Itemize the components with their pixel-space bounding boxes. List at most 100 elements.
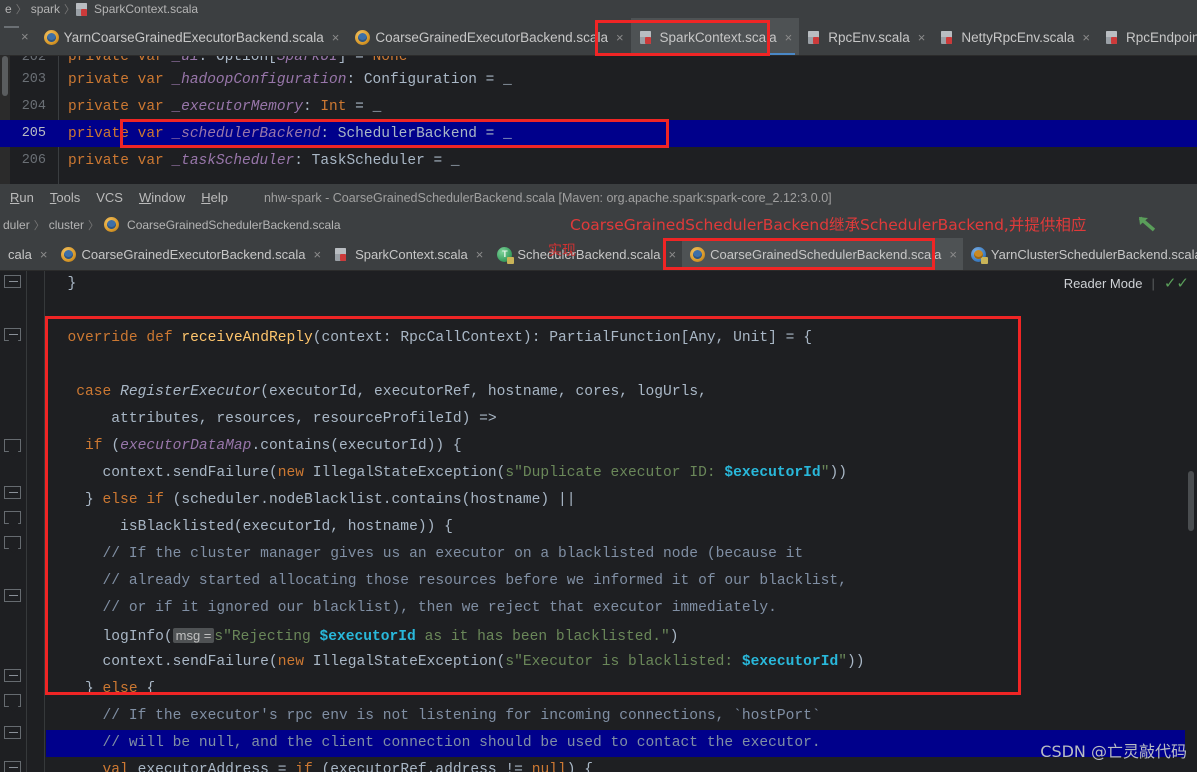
editor-tab-row-primary[interactable]: — × YarnCoarseGrainedExecutorBackend.sca… — [0, 18, 1197, 56]
tab-label: YarnClusterSchedulerBackend.scala — [990, 247, 1197, 262]
line-number: 203 — [21, 72, 46, 87]
back-arrow-icon[interactable] — [1137, 214, 1159, 234]
tab-coarsegrainedexecutorbackend-2[interactable]: CoarseGrainedExecutorBackend.scala × — [53, 238, 327, 270]
code-line: if (executorDataMap.contains(executorId)… — [85, 438, 462, 454]
fold-marker-icon[interactable] — [4, 761, 21, 772]
scala-class-icon — [941, 30, 953, 44]
tab-label: YarnCoarseGrainedExecutorBackend.scala — [63, 29, 324, 45]
double-check-icon[interactable]: ✓✓ — [1164, 274, 1189, 292]
code-line: val executorAddress = if (executorRef.ad… — [102, 762, 593, 772]
breadcrumb-segment-clipped[interactable]: e — [2, 2, 15, 16]
tab-yarncoarsegrainedexecutorbackend[interactable]: YarnCoarseGrainedExecutorBackend.scala × — [35, 18, 347, 55]
editor-scroll-thumb[interactable] — [1188, 471, 1194, 531]
tab-close-icon[interactable]: × — [476, 247, 484, 262]
line-number: 202 — [21, 56, 46, 65]
tab-rpcenv[interactable]: RpcEnv.scala × — [799, 18, 932, 55]
tab-label: SchedulerBackend.scala — [517, 247, 661, 262]
fold-marker-icon[interactable] — [4, 694, 21, 707]
menu-item-window[interactable]: Window — [139, 190, 185, 205]
tab-sparkcontext-2[interactable]: SparkContext.scala × — [327, 238, 489, 270]
tab-yarnclusterschedulerbackend[interactable]: YarnClusterSchedulerBackend.scala — [963, 238, 1197, 270]
editor-tab-row-secondary[interactable]: cala × CoarseGrainedExecutorBackend.scal… — [0, 238, 1197, 271]
code-line: isBlacklisted(executorId, hostname)) { — [50, 519, 453, 535]
window-title: nhw-spark - CoarseGrainedSchedulerBacken… — [263, 190, 832, 205]
tab-coarsegrainedschedulerbackend[interactable]: CoarseGrainedSchedulerBackend.scala × — [682, 238, 963, 270]
code-line: // If the executor's rpc env is not list… — [102, 708, 821, 724]
code-line: // or if it ignored our blacklist), then… — [102, 600, 777, 616]
tab-schedulerbackend[interactable]: SchedulerBackend.scala × — [489, 238, 682, 270]
scala-object-icon — [355, 29, 371, 45]
tab-scroll-left-icon[interactable]: — — [0, 18, 19, 55]
breadcrumb-separator-icon: 〉 — [15, 4, 27, 16]
tab-label: RpcEnv.scala — [828, 29, 910, 45]
lock-badge-icon — [507, 257, 515, 264]
scala-class-icon — [639, 30, 651, 44]
tab-sparkcontext[interactable]: SparkContext.scala × — [630, 18, 800, 55]
gutter-divider-left — [26, 271, 27, 772]
tab-close-icon[interactable]: × — [313, 247, 321, 262]
tab-label: cala — [8, 247, 32, 262]
code-line: attributes, resources, resourceProfileId… — [50, 411, 497, 427]
code-content[interactable]: } override def receiveAndReply(context: … — [46, 271, 1197, 772]
scala-object-icon — [690, 247, 706, 262]
menu-item-run[interactable]: Run — [10, 190, 34, 205]
menu-item-vcs[interactable]: VCS — [96, 190, 123, 205]
tab-rpcendpoint[interactable]: RpcEndpoint.scala × — [1097, 18, 1197, 55]
top-breadcrumb: e 〉 spark 〉 SparkContext.scala — [0, 0, 1197, 18]
tab-close-icon[interactable]: × — [949, 247, 957, 262]
fold-marker-icon[interactable] — [4, 439, 21, 452]
code-text: private var _taskScheduler: TaskSchedule… — [68, 152, 460, 169]
tab-label: CoarseGrainedExecutorBackend.scala — [375, 29, 608, 45]
scala-object-icon — [43, 29, 59, 45]
code-text: private var _hadoopConfiguration: Config… — [68, 71, 512, 88]
tab-close-icon[interactable]: × — [616, 30, 624, 45]
main-menu-bar[interactable]: Run Tools VCS Window Help nhw-spark - Co… — [0, 184, 1197, 211]
fold-marker-icon[interactable] — [4, 589, 21, 602]
code-line-203: 203 private var _hadoopConfiguration: Co… — [0, 66, 1197, 93]
editor-gutter-fold-rail[interactable] — [0, 271, 26, 772]
code-line-204: 204 private var _executorMemory: Int = _ — [0, 93, 1197, 120]
code-line: // already started allocating those reso… — [102, 573, 847, 589]
fold-marker-icon[interactable] — [4, 275, 21, 288]
breadcrumb-segment-spark[interactable]: spark — [28, 2, 63, 16]
scala-class-icon — [335, 248, 347, 261]
tab-coarsegrainedexecutorbackend[interactable]: CoarseGrainedExecutorBackend.scala × — [346, 18, 630, 55]
fold-marker-icon[interactable] — [4, 726, 21, 739]
watermark-text: CSDN @亡灵敲代码 — [1040, 742, 1187, 761]
tab-nettyrpcenv[interactable]: NettyRpcEnv.scala × — [932, 18, 1097, 55]
scala-object-icon — [104, 217, 120, 232]
tab-close-icon[interactable]: × — [668, 247, 676, 262]
menu-item-tools[interactable]: Tools — [50, 190, 80, 205]
fold-marker-icon[interactable] — [4, 328, 21, 341]
intellij-idea-window: e 〉 spark 〉 SparkContext.scala — × YarnC… — [0, 0, 1197, 772]
code-text: private var _ui: Option[SparkUI] = None — [68, 56, 408, 65]
tab-close-icon[interactable]: × — [1082, 30, 1090, 45]
breadcrumb-current-file[interactable]: SparkContext.scala — [91, 2, 201, 16]
tab-close-icon[interactable]: × — [785, 30, 793, 45]
code-text: private var _schedulerBackend: Scheduler… — [68, 125, 512, 142]
fold-marker-icon[interactable] — [4, 669, 21, 682]
breadcrumb-segment-cluster[interactable]: cluster — [46, 218, 87, 232]
code-line: case RegisterExecutor(executorId, execut… — [76, 384, 707, 400]
tab-close-icon[interactable]: × — [40, 247, 48, 262]
fold-marker-icon[interactable] — [4, 536, 21, 549]
fold-marker-icon[interactable] — [4, 486, 21, 499]
breadcrumb-separator-icon: 〉 — [88, 219, 100, 232]
tab-truncated-left[interactable]: cala × — [0, 238, 53, 270]
gutter-divider-right — [44, 271, 45, 772]
code-line-205: 205 private var _schedulerBackend: Sched… — [0, 120, 1197, 147]
tab-close-icon[interactable]: × — [918, 30, 926, 45]
tab-close-clipped-icon[interactable]: × — [19, 18, 35, 55]
reader-mode-toggle[interactable]: Reader Mode | ✓✓ — [1064, 274, 1189, 292]
menu-item-help[interactable]: Help — [201, 190, 228, 205]
editor-scrollbar[interactable] — [1185, 271, 1197, 772]
tab-close-icon[interactable]: × — [332, 30, 340, 45]
code-line-206: 206 private var _taskScheduler: TaskSche… — [0, 147, 1197, 174]
scala-class-icon — [808, 30, 820, 44]
breadcrumb-separator-icon: 〉 — [64, 4, 76, 16]
tab-label: RpcEndpoint.scala — [1125, 29, 1197, 45]
breadcrumb-current-file[interactable]: CoarseGrainedSchedulerBackend.scala — [124, 218, 343, 232]
fold-marker-icon[interactable] — [4, 511, 21, 524]
breadcrumb-segment-scheduler[interactable]: duler — [0, 218, 33, 232]
